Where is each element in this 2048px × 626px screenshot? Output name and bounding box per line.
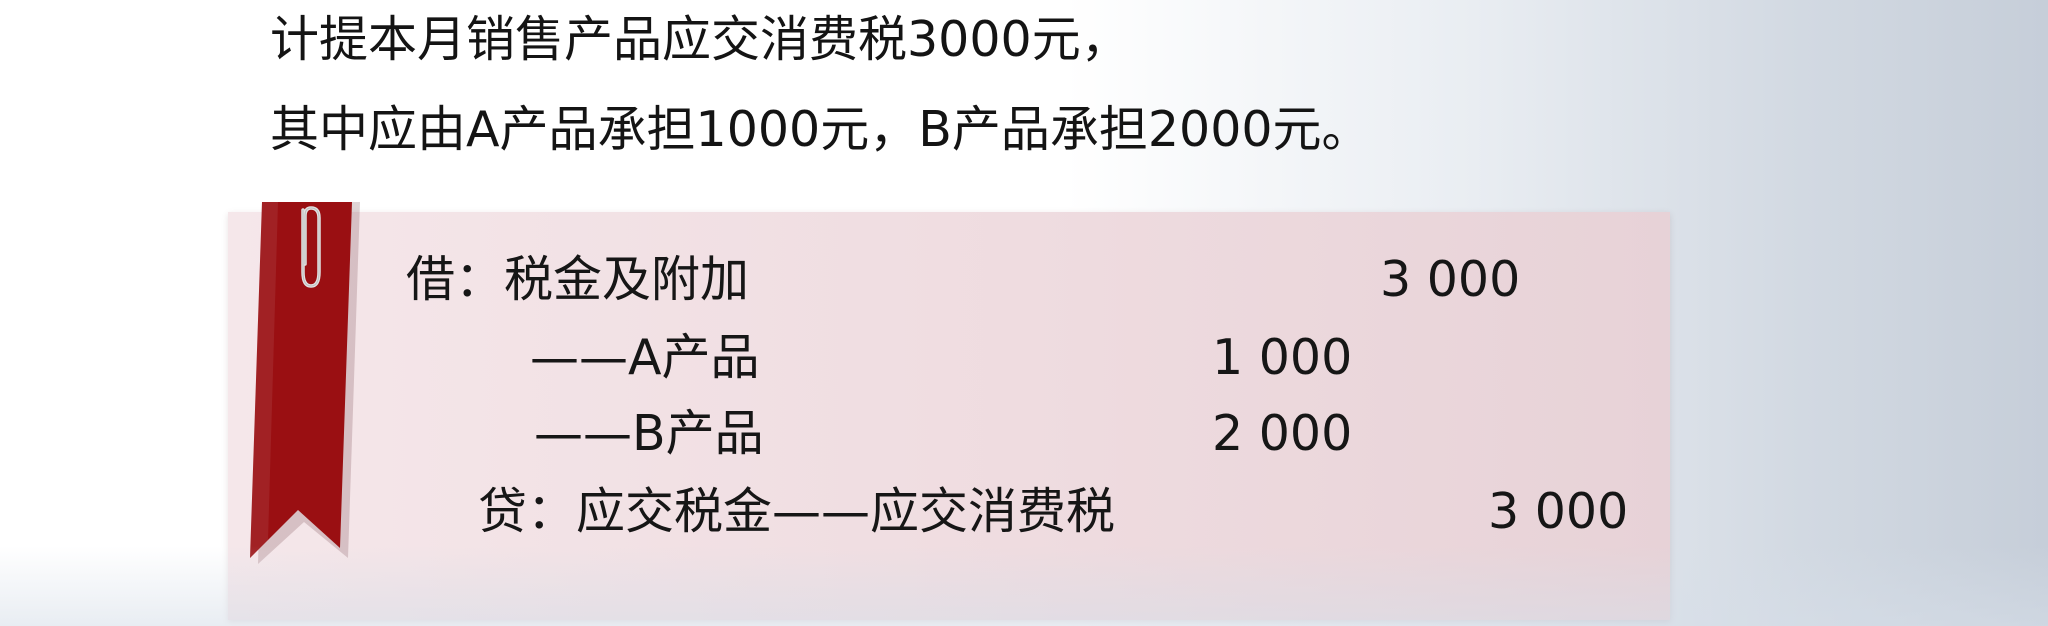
problem-statement-line-2: 其中应由A产品承担1000元，B产品承担2000元。 (270, 101, 1371, 158)
paperclip-icon (301, 206, 321, 288)
debit-sub-item-a-label: ——A产品 (530, 329, 760, 386)
debit-sub-item-b-amount: 2 000 (1212, 405, 1353, 462)
problem-statement-line-1: 计提本月销售产品应交消费税3000元， (270, 11, 1130, 68)
slide: 计提本月销售产品应交消费税3000元， 其中应由A产品承担1000元，B产品承担… (0, 0, 2048, 626)
journal-entry-card: 借：税金及附加 3 000 ——A产品 1 000 ——B产品 2 000 贷：… (228, 202, 1670, 620)
credit-account-label: 贷：应交税金——应交消费税 (478, 483, 1116, 540)
debit-total-amount: 3 000 (1380, 251, 1521, 308)
debit-sub-item-b-label: ——B产品 (534, 405, 764, 462)
debit-account-label: 借：税金及附加 (406, 251, 750, 308)
debit-sub-item-a-amount: 1 000 (1212, 329, 1353, 386)
credit-total-amount: 3 000 (1488, 483, 1629, 540)
